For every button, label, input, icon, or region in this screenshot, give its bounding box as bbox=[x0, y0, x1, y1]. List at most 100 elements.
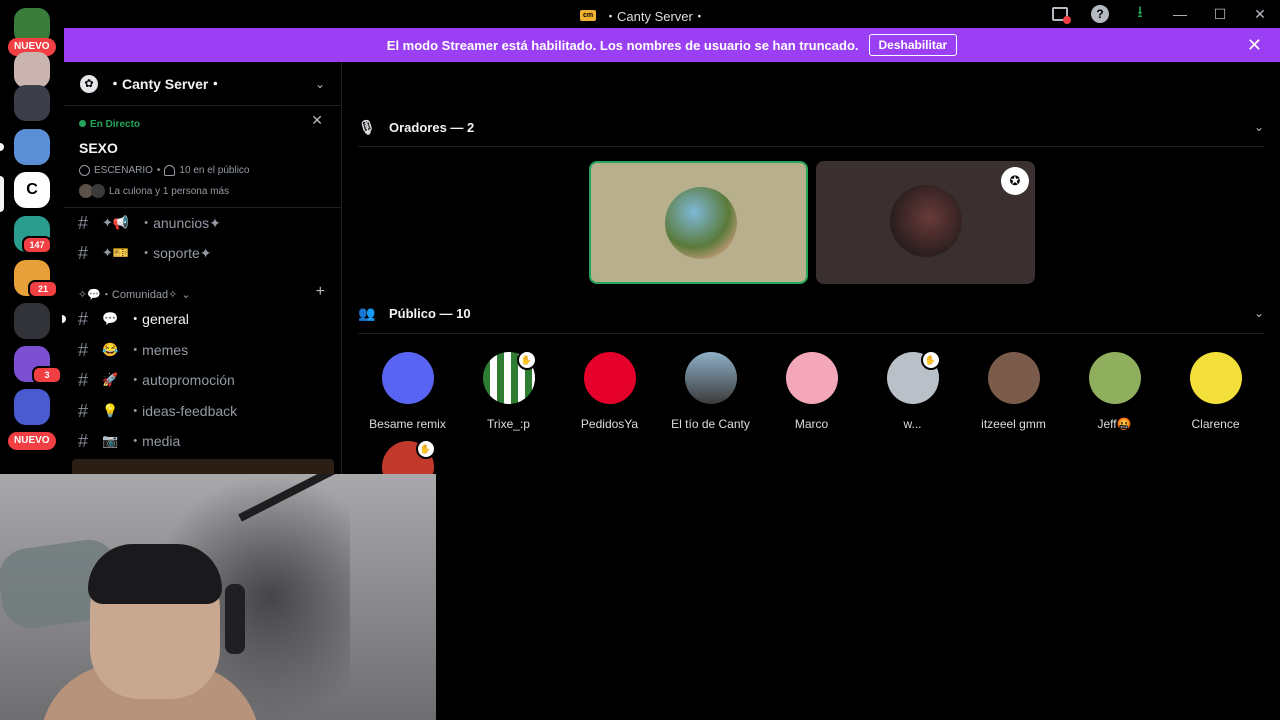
inbox-icon[interactable] bbox=[1040, 0, 1080, 28]
unread-pill bbox=[0, 143, 4, 151]
server-icon-canty[interactable]: C bbox=[14, 172, 50, 208]
channel-emoji: 💡 bbox=[102, 403, 119, 418]
live-stage-card[interactable]: En Directo ✕ SEXO ESCENARIO • 10 en el p… bbox=[64, 106, 341, 208]
divider bbox=[358, 333, 1264, 334]
channel-name: ・ideas-feedback bbox=[128, 403, 238, 419]
speakers-title: Oradores — 2 bbox=[389, 120, 475, 135]
server-icon[interactable] bbox=[14, 389, 50, 425]
audience-member[interactable]: Besame remix bbox=[357, 352, 458, 431]
avatar: ✋ bbox=[886, 350, 941, 404]
channel-emoji: 😂 bbox=[102, 342, 119, 357]
channel-name: ・memes bbox=[128, 342, 189, 358]
server-icon[interactable] bbox=[14, 85, 50, 121]
plus-icon[interactable]: + bbox=[316, 283, 325, 301]
audience-member[interactable]: Jeff🤬 bbox=[1064, 352, 1165, 431]
chevron-down-icon[interactable]: ⌄ bbox=[1254, 306, 1264, 320]
channel-emoji: 🚀 bbox=[102, 372, 119, 387]
new-badge: NUEVO bbox=[8, 432, 56, 450]
member-name: w... bbox=[903, 417, 922, 431]
avatar bbox=[665, 187, 737, 259]
audience-member[interactable]: PedidosYa bbox=[559, 352, 660, 431]
chevron-down-icon: ⌄ bbox=[181, 288, 191, 301]
server-icon[interactable] bbox=[14, 52, 50, 88]
headphones-icon bbox=[164, 165, 176, 176]
channel-soporte[interactable]: # ✦🎫 ・soporte✦ bbox=[78, 239, 212, 267]
title-bar: cm ・Canty Server・ ? ⭳ — ☐ ✕ bbox=[0, 0, 1280, 28]
speakers-header[interactable]: 🎙 Oradores — 2 bbox=[358, 119, 474, 136]
member-name: Clarence bbox=[1191, 417, 1240, 431]
hash-icon: # bbox=[78, 369, 89, 390]
mention-badge: 21 bbox=[28, 280, 58, 298]
window-title: cm ・Canty Server・ bbox=[580, 6, 706, 25]
server-header[interactable]: ✿ ・Canty Server・ ⌄ bbox=[64, 62, 341, 106]
stage-type: ESCENARIO bbox=[94, 165, 153, 176]
hand-raise-icon: ✋ bbox=[516, 350, 537, 370]
member-name: Jeff🤬 bbox=[1097, 417, 1132, 431]
live-dot-icon bbox=[79, 120, 86, 127]
chevron-down-icon[interactable]: ⌄ bbox=[1254, 120, 1264, 134]
app-logo-icon: cm bbox=[580, 10, 596, 21]
speaker-tile[interactable] bbox=[589, 161, 808, 284]
separator: • bbox=[156, 165, 161, 176]
avatar bbox=[785, 352, 838, 404]
audience-header[interactable]: 👥 Público — 10 bbox=[358, 305, 471, 322]
hash-icon: # bbox=[78, 308, 89, 329]
close-icon[interactable]: ✕ bbox=[1240, 0, 1280, 28]
channel-emoji: 📷 bbox=[102, 433, 119, 448]
member-name: Marco bbox=[794, 417, 829, 431]
close-icon[interactable]: ✕ bbox=[311, 112, 323, 129]
webcam-overlay bbox=[0, 474, 436, 720]
hash-icon: # bbox=[78, 339, 89, 360]
audience-member[interactable]: itzeeel gmm bbox=[963, 352, 1064, 431]
stage-title: SEXO bbox=[79, 140, 118, 156]
member-name: PedidosYa bbox=[580, 417, 639, 431]
avatar bbox=[583, 352, 636, 404]
person-hair bbox=[88, 544, 222, 604]
server-icon[interactable] bbox=[14, 129, 50, 165]
hash-icon: # bbox=[78, 430, 89, 451]
category-comunidad[interactable]: ✧💬・Comunidad✧ ⌄ bbox=[78, 286, 191, 302]
channel-memes[interactable]: # 😂 ・memes bbox=[78, 336, 188, 364]
hand-raise-icon: ✋ bbox=[920, 350, 941, 370]
stage-audience-count: 10 en el público bbox=[179, 165, 250, 176]
avatar bbox=[890, 185, 962, 257]
audience-member[interactable]: Marco bbox=[761, 352, 862, 431]
audience-member[interactable]: Clarence bbox=[1165, 352, 1266, 431]
channel-emoji: ✦📢 bbox=[102, 215, 130, 230]
close-icon[interactable]: ✕ bbox=[1247, 35, 1262, 56]
gear-icon: ✿ bbox=[80, 74, 98, 93]
disable-streamer-button[interactable]: Deshabilitar bbox=[868, 34, 958, 56]
speaker-tile[interactable]: ✪ bbox=[816, 161, 1035, 284]
audience-member[interactable]: ✋ Trixe_:p bbox=[458, 350, 559, 431]
member-name: Besame remix bbox=[369, 417, 446, 431]
stage-icon bbox=[79, 165, 90, 176]
channel-general[interactable]: # 💬 ・general bbox=[62, 305, 189, 333]
microphone-icon: 🎙 bbox=[358, 119, 376, 135]
participants-text: La culona y 1 persona más bbox=[109, 185, 230, 197]
audience-member[interactable]: ✋ w... bbox=[862, 350, 963, 431]
people-icon: 👥 bbox=[358, 305, 376, 321]
member-name: Trixe_:p bbox=[487, 417, 530, 431]
server-icon[interactable] bbox=[14, 303, 50, 339]
maximize-icon[interactable]: ☐ bbox=[1200, 0, 1240, 28]
window-title-text: ・Canty Server・ bbox=[604, 9, 706, 24]
member-name: El tío de Canty bbox=[671, 417, 750, 431]
avatar: ✋ bbox=[482, 350, 537, 404]
channel-emoji: ✦🎫 bbox=[102, 245, 130, 260]
channel-name: ・general bbox=[128, 311, 189, 327]
member-name: itzeeel gmm bbox=[981, 417, 1046, 431]
channel-anuncios[interactable]: # ✦📢 ・anuncios✦ bbox=[78, 209, 221, 237]
avatar bbox=[1088, 352, 1141, 404]
help-icon[interactable]: ? bbox=[1080, 0, 1120, 28]
channel-name: ・media bbox=[128, 433, 181, 449]
channel-autopromocion[interactable]: # 🚀 ・autopromoción bbox=[78, 366, 235, 394]
minimize-icon[interactable]: — bbox=[1160, 0, 1200, 28]
audience-member[interactable]: El tío de Canty bbox=[660, 352, 761, 431]
avatar bbox=[1189, 352, 1242, 404]
channel-media[interactable]: # 📷 ・media bbox=[78, 427, 180, 455]
avatar bbox=[684, 352, 737, 404]
channel-ideas-feedback[interactable]: # 💡 ・ideas-feedback bbox=[78, 397, 237, 425]
download-icon[interactable]: ⭳ bbox=[1120, 0, 1160, 28]
hash-icon: # bbox=[78, 400, 89, 421]
mention-badge: 3 bbox=[32, 366, 62, 384]
